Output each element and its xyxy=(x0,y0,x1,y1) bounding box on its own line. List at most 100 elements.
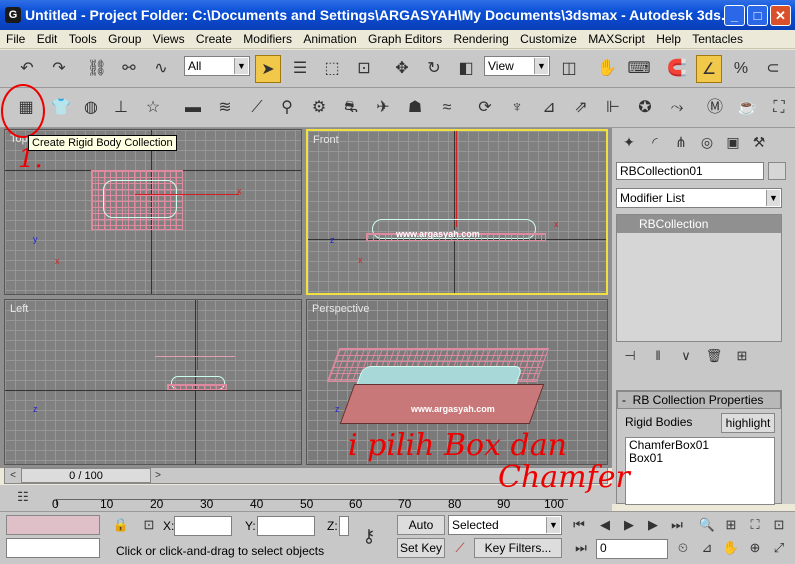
arc-rotate-icon[interactable]: ⊕ xyxy=(746,540,764,556)
create-animation-icon[interactable]: ⛶ xyxy=(766,94,792,122)
menu-customize[interactable]: Customize xyxy=(514,30,577,46)
minimize-button[interactable]: _ xyxy=(724,5,745,26)
object-color-swatch[interactable] xyxy=(768,162,786,180)
viewport-front[interactable]: Front www.argasyah.com x z x xyxy=(306,129,608,295)
deforming-mesh-collection-icon[interactable]: ☆ xyxy=(140,94,166,122)
cloth-collection-icon[interactable]: 👕 xyxy=(48,94,74,122)
time-next-button[interactable]: > xyxy=(151,468,165,483)
menu-rendering[interactable]: Rendering xyxy=(447,30,508,46)
water-icon[interactable]: ☗ xyxy=(402,94,428,122)
menu-edit[interactable]: Edit xyxy=(31,30,58,46)
motor-icon[interactable]: ⚲ xyxy=(274,94,300,122)
bind-to-space-warp-icon[interactable]: ∿ xyxy=(148,55,174,83)
hierarchy-tab-icon[interactable]: ⋔ xyxy=(668,130,694,154)
spinner-snap-icon[interactable]: ⊂ xyxy=(760,55,786,83)
x-coordinate-field[interactable] xyxy=(174,516,232,536)
default-tangent-icon[interactable]: ⟋ xyxy=(451,540,469,556)
viewport-top[interactable]: Top x y x xyxy=(4,129,302,295)
current-frame-field[interactable]: 0 xyxy=(596,539,668,559)
make-unique-icon[interactable]: ∨ xyxy=(672,346,700,366)
cloth-modifier-icon[interactable]: Ⓜ xyxy=(702,94,728,122)
menu-file[interactable]: File xyxy=(0,30,25,46)
reference-coordinate-dropdown[interactable]: View ▼ xyxy=(484,56,550,76)
create-tab-icon[interactable]: ✦ xyxy=(616,130,642,154)
go-to-end-icon[interactable]: ⏭ xyxy=(668,517,686,533)
play-icon[interactable]: ▶ xyxy=(620,517,638,533)
pan-view-icon[interactable]: ✋ xyxy=(722,540,740,556)
auto-key-button[interactable]: Auto Key xyxy=(397,515,445,550)
highlight-button[interactable]: highlight xyxy=(721,413,775,433)
select-and-manipulate-icon[interactable]: ✋ xyxy=(594,55,620,83)
select-and-scale-icon[interactable]: ◧ xyxy=(453,55,479,83)
rag-doll-constraint-icon[interactable]: ⟳ xyxy=(472,94,498,122)
wind-icon[interactable]: ⚙ xyxy=(306,94,332,122)
configure-modifier-sets-icon[interactable]: ⊞ xyxy=(728,346,756,366)
dashpot-icon[interactable]: ⟋ xyxy=(244,94,270,122)
fracture-object-icon[interactable]: ⤳ xyxy=(664,94,690,122)
menu-maxscript[interactable]: MAXScript xyxy=(582,30,645,46)
rectangular-selection-icon[interactable]: ⬚ xyxy=(319,55,345,83)
selection-filter-dropdown[interactable]: All ▼ xyxy=(184,56,250,76)
select-and-rotate-icon[interactable]: ↻ xyxy=(421,55,447,83)
select-object-icon[interactable]: ➤ xyxy=(255,55,281,83)
box-object[interactable] xyxy=(167,384,227,390)
plane-icon[interactable]: ▬ xyxy=(180,94,206,122)
menu-tentacles[interactable]: Tentacles xyxy=(686,30,743,46)
rigid-bodies-list[interactable]: ChamferBox01 Box01 xyxy=(625,437,775,505)
key-mode-dropdown[interactable]: Selected ▼ xyxy=(448,515,562,535)
redo-icon[interactable]: ↷ xyxy=(46,55,72,83)
set-key-button[interactable]: Set Key xyxy=(397,538,445,558)
maxscript-listener-white[interactable] xyxy=(6,538,100,558)
key-mode-toggle-icon[interactable]: ⏭ xyxy=(572,540,590,556)
modify-tab-icon[interactable]: ◜ xyxy=(642,130,668,154)
remove-modifier-icon[interactable]: 🗑 xyxy=(700,346,728,366)
zoom-icon[interactable]: 🔍 xyxy=(698,517,716,533)
zoom-extents-all-icon[interactable]: ⊡ xyxy=(770,517,788,533)
viewport-left[interactable]: Left z xyxy=(4,299,302,465)
rope-collection-icon[interactable]: ⊥ xyxy=(108,94,134,122)
menu-animation[interactable]: Animation xyxy=(297,30,356,46)
next-frame-icon[interactable]: ▶ xyxy=(644,517,662,533)
time-slider-thumb[interactable]: 0 / 100 xyxy=(21,468,151,483)
curve-editor-icon[interactable]: ☷ xyxy=(14,489,32,505)
preview-animation-icon[interactable]: ☕ xyxy=(734,94,760,122)
y-coordinate-field[interactable] xyxy=(257,516,315,536)
zoom-all-icon[interactable]: ⊞ xyxy=(722,517,740,533)
menu-group[interactable]: Group xyxy=(102,30,141,46)
point-to-point-icon[interactable]: ⊿ xyxy=(536,94,562,122)
menu-tools[interactable]: Tools xyxy=(63,30,97,46)
pin-stack-icon[interactable]: ⊣ xyxy=(616,346,644,366)
object-name-field[interactable]: RBCollection01 xyxy=(616,162,764,180)
key-filters-button[interactable]: Key Filters... xyxy=(474,538,562,558)
modifier-list-dropdown[interactable]: Modifier List ▼ xyxy=(616,188,782,208)
prismatic-constraint-icon[interactable]: ⇗ xyxy=(568,94,594,122)
car-wheel-constraint-icon[interactable]: ⊩ xyxy=(600,94,626,122)
maximize-viewport-icon[interactable]: ⤢ xyxy=(770,540,788,556)
angle-snap-toggle-icon[interactable]: ∠ xyxy=(696,55,722,83)
show-end-result-icon[interactable]: ‖ xyxy=(644,346,672,366)
field-of-view-icon[interactable]: ⊿ xyxy=(698,540,716,556)
utilities-tab-icon[interactable]: ⚒ xyxy=(746,130,772,154)
go-to-start-icon[interactable]: ⏮ xyxy=(570,517,588,533)
stack-item-rbcollection[interactable]: RBCollection xyxy=(617,215,781,233)
previous-frame-icon[interactable]: ◀ xyxy=(596,517,614,533)
select-and-move-icon[interactable]: ✥ xyxy=(389,55,415,83)
use-pivot-center-icon[interactable]: ◫ xyxy=(556,55,582,83)
snaps-toggle-icon[interactable]: 🧲 xyxy=(664,55,690,83)
menu-modifiers[interactable]: Modifiers xyxy=(237,30,292,46)
rollout-header[interactable]: - RB Collection Properties xyxy=(617,391,781,409)
spring-icon[interactable]: ≋ xyxy=(212,94,238,122)
window-crossing-icon[interactable]: ⊡ xyxy=(351,55,377,83)
point-to-path-icon[interactable]: ✪ xyxy=(632,94,658,122)
close-button[interactable]: ✕ xyxy=(770,5,791,26)
absolute-mode-icon[interactable]: ⊡ xyxy=(140,517,158,533)
display-tab-icon[interactable]: ▣ xyxy=(720,130,746,154)
z-coordinate-field[interactable] xyxy=(339,516,349,536)
percent-snap-icon[interactable]: % xyxy=(728,55,754,83)
3dsmax-app-icon[interactable]: G xyxy=(5,7,21,23)
soft-body-collection-icon[interactable]: ◍ xyxy=(78,94,104,122)
select-by-name-icon[interactable]: ☰ xyxy=(287,55,313,83)
menu-help[interactable]: Help xyxy=(650,30,681,46)
menu-graph-editors[interactable]: Graph Editors xyxy=(362,30,442,46)
fracture-icon[interactable]: ✈ xyxy=(370,94,396,122)
